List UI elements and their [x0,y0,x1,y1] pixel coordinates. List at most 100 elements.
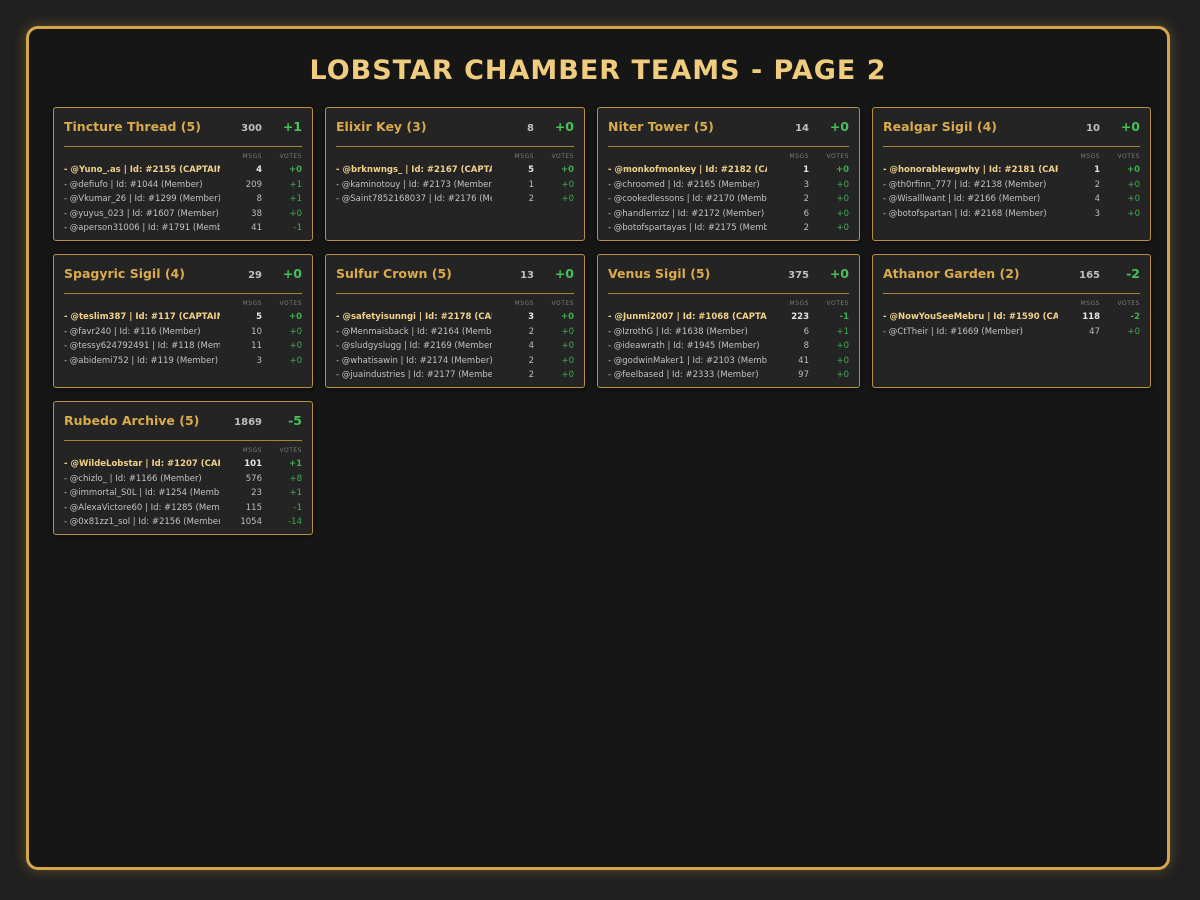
column-spacer [608,300,767,310]
member-votes: +1 [288,459,302,470]
member-name: - @Menmaisback | Id: #2164 (Member) [336,326,492,337]
member-name: - @th0rfinn_777 | Id: #2138 (Member) [883,179,1047,190]
member-msgs: 2 [528,355,534,366]
team-msgs-total: 375 [788,270,809,281]
column-headers: MSGS VOTES [608,300,849,310]
votes-column-header: VOTES [551,153,574,160]
team-card: Rubedo Archive (5) 1869 -5 MSGS VOTES - @Wild… [53,401,313,535]
member-row: - @yuyus_023 | Id: #1607 (Member) 38 +0 [64,207,302,222]
member-row: - @favr240 | Id: #116 (Member) 10 +0 [64,325,302,340]
column-spacer [608,153,767,163]
member-votes: +0 [289,326,302,337]
member-row: - @aperson31006 | Id: #1791 (Member) 41 -1 [64,221,302,236]
member-msgs: 1 [803,165,809,176]
column-headers: MSGS VOTES [608,153,849,163]
team-msgs-total: 300 [241,123,262,134]
member-row: - @handlerrizz | Id: #2172 (Member) 6 +0 [608,207,849,222]
member-name: - @sludgyslugg | Id: #2169 (Member) [336,341,492,352]
member-name: - @WildeLobstar | Id: #1207 (CAPTAIN) [64,459,220,470]
captain-row: - @monkofmonkey | Id: #2182 (CAPTAIN) 1 +0 [608,163,849,178]
member-name: - @defiufo | Id: #1044 (Member) [64,179,203,190]
column-headers: MSGS VOTES [336,300,574,310]
member-row: - @immortal_S0L | Id: #1254 (Member) 23 +1 [64,486,302,501]
team-votes-total: +0 [1120,119,1140,134]
column-headers: MSGS VOTES [64,153,302,163]
member-name: - @immortal_S0L | Id: #1254 (Member) [64,488,220,499]
team-votes-total: +0 [829,119,849,134]
member-name: - @Vkumar_26 | Id: #1299 (Member) [64,194,220,205]
member-name: - @Yuno_.as | Id: #2155 (CAPTAIN) [64,165,220,176]
member-row: - @botofspartan | Id: #2168 (Member) 3 +0 [883,207,1140,222]
member-row: - @th0rfinn_777 | Id: #2138 (Member) 2 +0 [883,178,1140,193]
member-votes: +0 [561,194,574,205]
member-name: - @brknwngs_ | Id: #2167 (CAPTAIN) [336,165,492,176]
team-votes-total: +0 [554,266,574,281]
member-msgs: 209 [245,179,262,190]
member-votes: +0 [561,326,574,337]
member-msgs: 41 [251,223,262,234]
team-card: Sulfur Crown (5) 13 +0 MSGS VOTES - @safetyis… [325,254,585,388]
member-votes: +0 [289,355,302,366]
member-votes: +1 [289,194,302,205]
column-spacer [64,300,220,310]
votes-column-header: VOTES [279,153,302,160]
member-msgs: 6 [803,326,809,337]
member-row: - @feelbased | Id: #2333 (Member) 97 +0 [608,368,849,383]
member-name: - @ideawrath | Id: #1945 (Member) [608,341,760,352]
column-spacer [64,447,220,457]
member-msgs: 3 [1094,208,1100,219]
team-msgs-total: 29 [248,270,262,281]
team-msgs-total: 10 [1086,123,1100,134]
member-row: - @CtTheir | Id: #1669 (Member) 47 +0 [883,325,1140,340]
captain-row: - @brknwngs_ | Id: #2167 (CAPTAIN) 5 +0 [336,163,574,178]
column-spacer [883,300,1058,310]
team-header: Sulfur Crown (5) 13 +0 [336,266,574,294]
captain-row: - @honorablewgwhy | Id: #2181 (CAPTAIN) 1… [883,163,1140,178]
team-votes-total: -2 [1126,266,1140,281]
member-msgs: 6 [803,208,809,219]
member-votes: +0 [836,370,849,381]
member-votes: +0 [561,341,574,352]
team-msgs-total: 8 [527,123,534,134]
member-votes: +0 [561,355,574,366]
member-msgs: 101 [244,459,262,470]
member-row: - @juaindustries | Id: #2177 (Member) 2 +0 [336,368,574,383]
column-headers: MSGS VOTES [64,447,302,457]
page-title: LOBSTAR CHAMBER TEAMS - PAGE 2 [309,55,887,86]
team-votes-total: +0 [282,266,302,281]
team-card: Tincture Thread (5) 300 +1 MSGS VOTES - @Yuno… [53,107,313,241]
member-name: - @botofspartayas | Id: #2175 (Member) [608,223,767,234]
column-spacer [336,153,492,163]
msgs-column-header: MSGS [789,300,809,307]
team-votes-total: -5 [288,413,302,428]
member-votes: +0 [836,179,849,190]
member-votes: +0 [289,208,302,219]
member-votes: +0 [1127,208,1140,219]
member-votes: +0 [836,355,849,366]
member-name: - @botofspartan | Id: #2168 (Member) [883,208,1047,219]
member-row: - @chroomed | Id: #2165 (Member) 3 +0 [608,178,849,193]
team-name: Tincture Thread (5) [64,119,201,134]
team-card: Spagyric Sigil (4) 29 +0 MSGS VOTES - @teslim… [53,254,313,388]
member-name: - @Wisalllwant | Id: #2166 (Member) [883,194,1041,205]
member-votes: +0 [836,341,849,352]
member-row: - @kaminotouy | Id: #2173 (Member) 1 +0 [336,178,574,193]
team-name: Athanor Garden (2) [883,266,1020,281]
member-msgs: 3 [803,179,809,190]
member-msgs: 3 [256,355,262,366]
msgs-column-header: MSGS [514,300,534,307]
member-name: - @NowYouSeeMebru | Id: #1590 (CAPTAIN) [883,312,1058,323]
member-msgs: 41 [798,355,809,366]
teams-panel: LOBSTAR CHAMBER TEAMS - PAGE 2 Tincture … [26,26,1170,870]
member-msgs: 4 [256,165,262,176]
member-row: - @Wisalllwant | Id: #2166 (Member) 4 +0 [883,192,1140,207]
member-name: - @IzrothG | Id: #1638 (Member) [608,326,748,337]
member-name: - @CtTheir | Id: #1669 (Member) [883,326,1023,337]
member-msgs: 1 [1094,165,1100,176]
member-msgs: 4 [528,341,534,352]
team-card: Elixir Key (3) 8 +0 MSGS VOTES - @brknwngs_ |… [325,107,585,241]
member-msgs: 2 [528,326,534,337]
member-name: - @feelbased | Id: #2333 (Member) [608,370,759,381]
msgs-column-header: MSGS [242,153,262,160]
column-headers: MSGS VOTES [883,153,1140,163]
